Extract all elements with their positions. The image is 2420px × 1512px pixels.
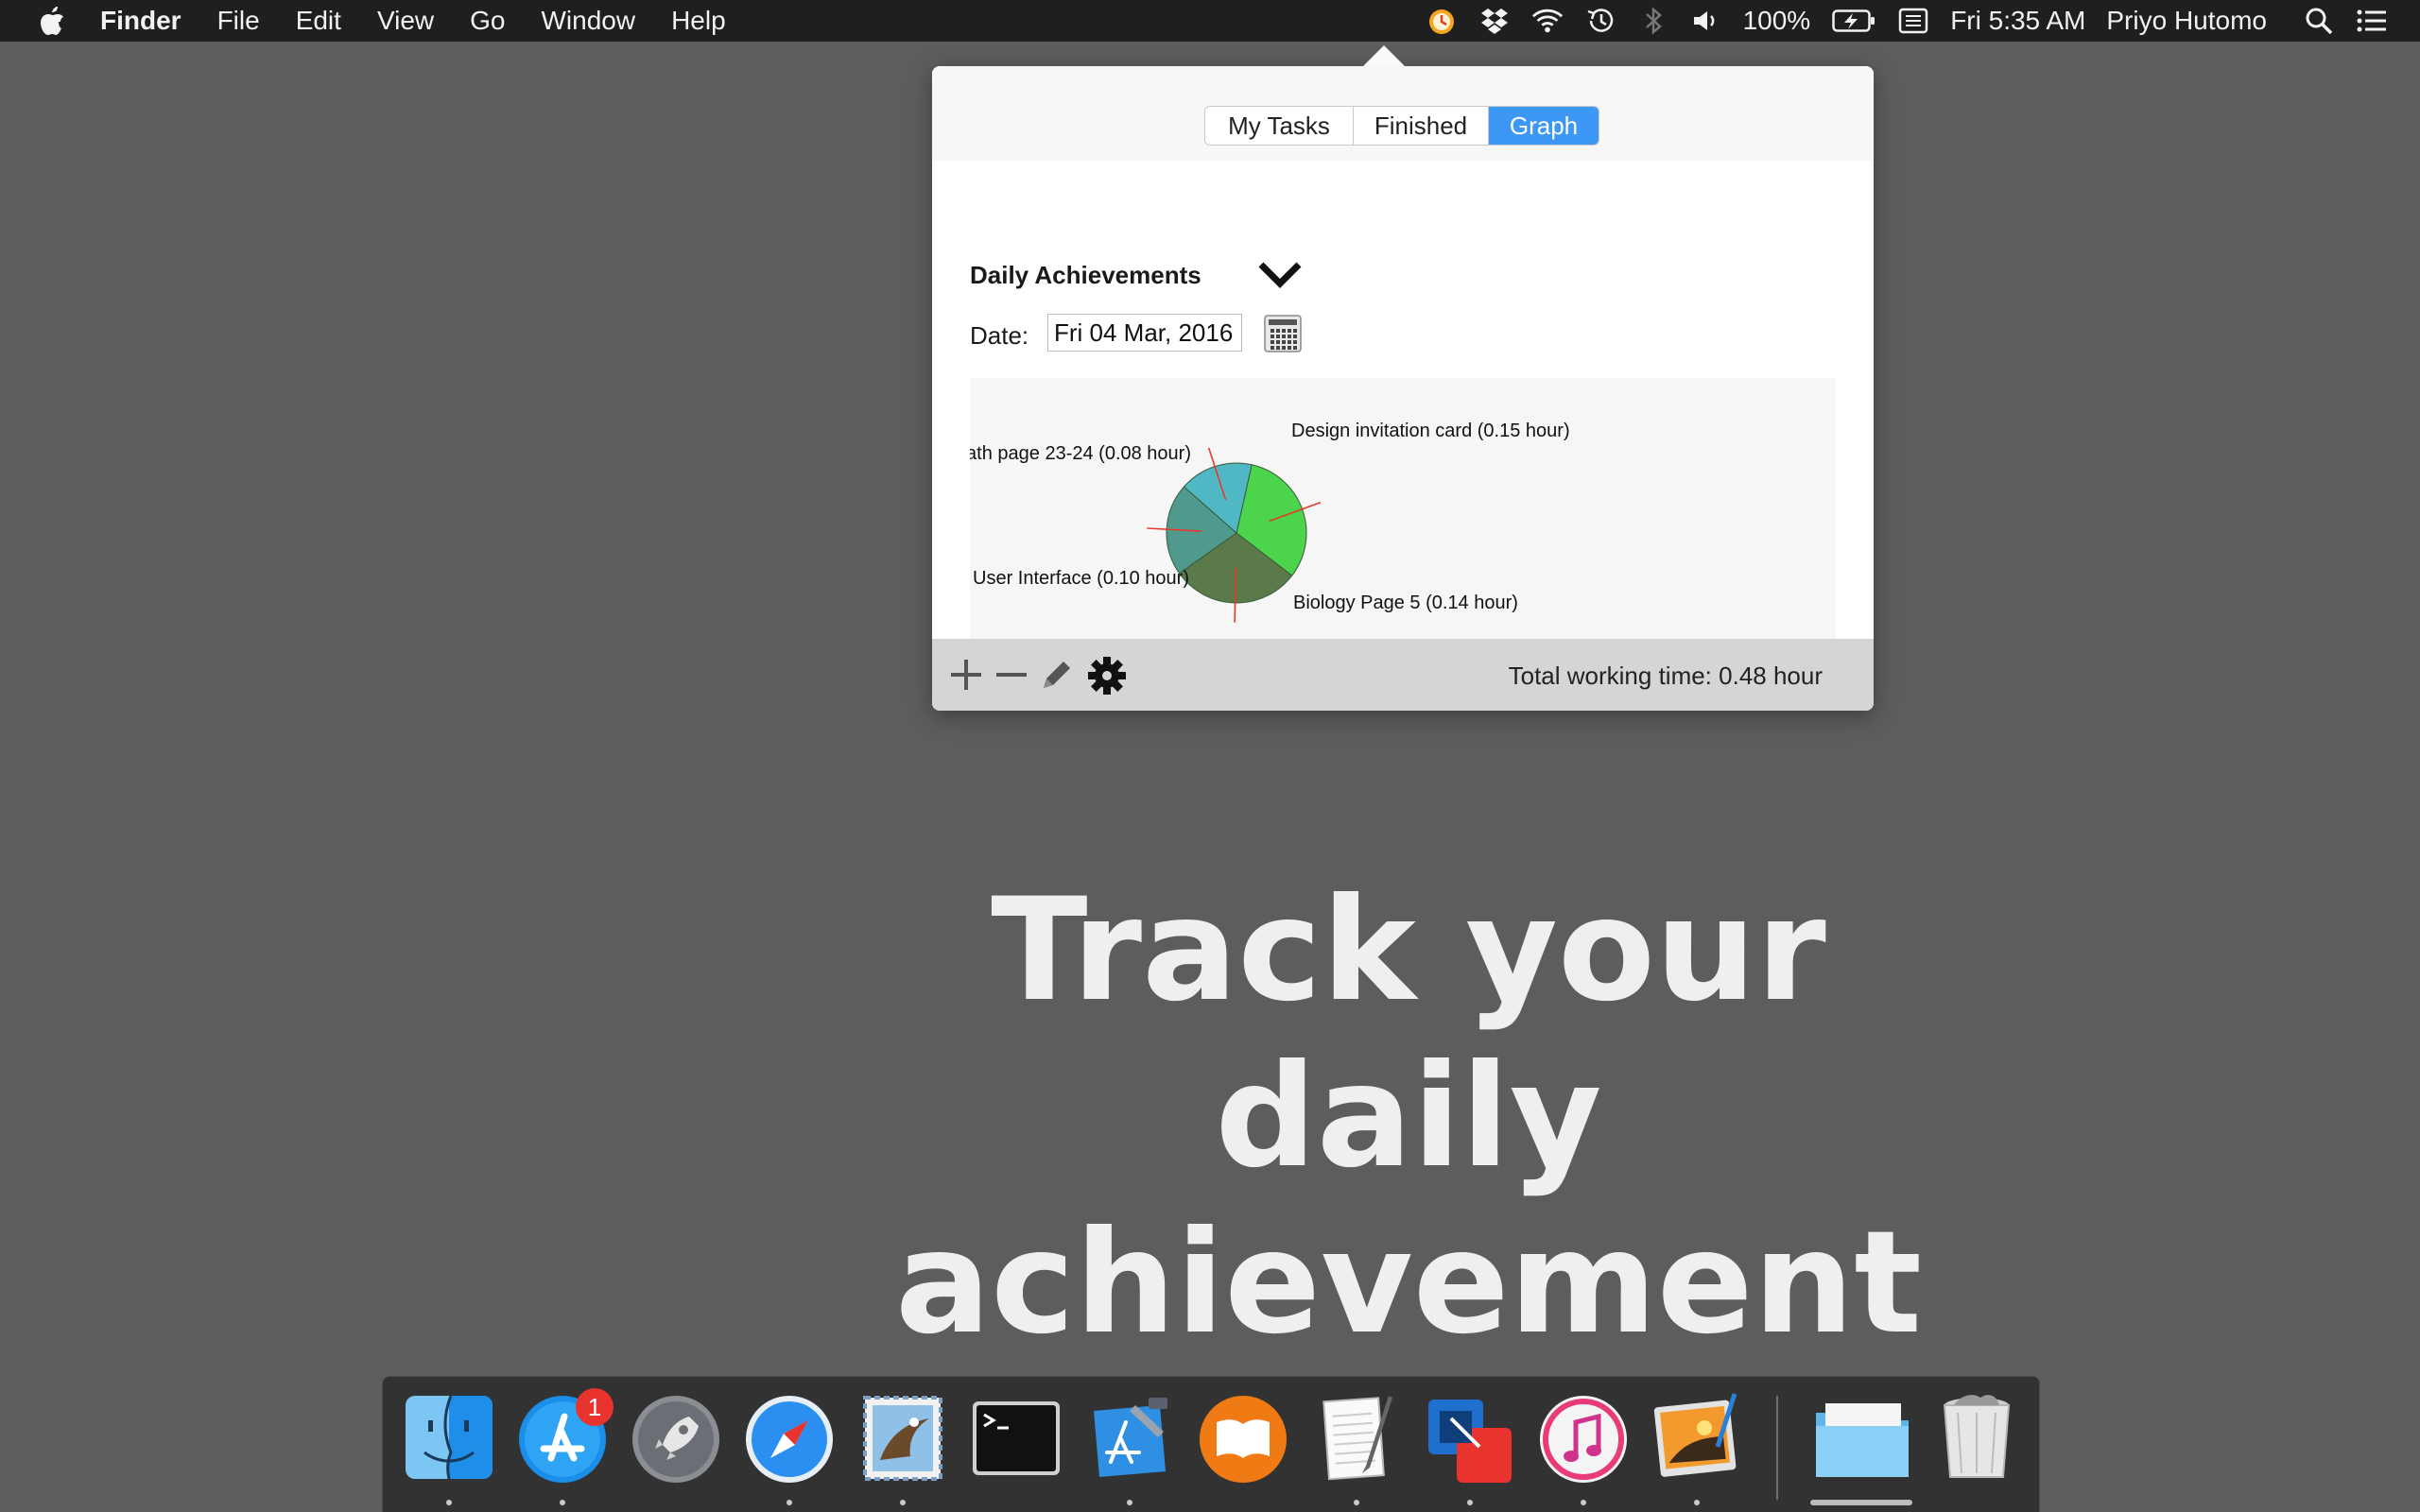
menu-bar: Finder File Edit View Go Window Help 100… (0, 0, 2420, 42)
section-title: Daily Achievements (970, 261, 1201, 289)
dock-running-indicator (900, 1500, 906, 1505)
keyboard-input-icon[interactable] (1897, 5, 1929, 37)
dock-vmware-fusion-icon[interactable] (1423, 1390, 1517, 1485)
dock-ibooks-icon[interactable] (1196, 1390, 1290, 1485)
volume-icon[interactable] (1690, 5, 1722, 37)
menu-app-name[interactable]: Finder (100, 6, 182, 36)
spotlight-search-icon[interactable] (2303, 5, 2335, 37)
pie-slice-label: Biology Page 5 (0.14 hour) (1293, 593, 1518, 613)
dock: 1 (382, 1376, 2040, 1512)
dock-terminal-icon[interactable] (969, 1390, 1063, 1485)
battery-icon[interactable] (1831, 5, 1876, 37)
apple-logo-icon[interactable] (38, 6, 66, 36)
dock-xcode-icon[interactable] (1082, 1390, 1177, 1485)
popover-arrow (1363, 45, 1405, 66)
dock-trash-icon[interactable] (1929, 1390, 2024, 1485)
dropbox-icon[interactable] (1478, 5, 1511, 37)
menu-view[interactable]: View (377, 6, 434, 36)
menu-go[interactable]: Go (470, 6, 505, 36)
dock-launchpad-icon[interactable] (629, 1390, 723, 1485)
date-label: Date: (970, 321, 1029, 350)
timer-app-icon[interactable] (1426, 5, 1458, 37)
dock-preview-icon[interactable] (1650, 1390, 1744, 1485)
pie-chart: Design invitation card (0.15 hour) Biolog… (908, 421, 1570, 623)
dock-running-indicator (1354, 1500, 1359, 1505)
popover-footer: Total working time: 0.48 hour (932, 639, 1874, 711)
total-working-time: Total working time: 0.48 hour (1508, 662, 1823, 690)
daily-achievements-popover: My Tasks Finished Graph Daily Achievemen… (908, 45, 1874, 711)
tab-finished[interactable]: Finished (1354, 107, 1489, 145)
add-task-button[interactable] (947, 656, 985, 694)
calendar-icon[interactable] (1263, 314, 1303, 353)
headline-line-2: achievement (894, 1201, 1923, 1366)
chevron-down-icon[interactable] (1255, 257, 1305, 291)
dock-running-indicator (1581, 1500, 1586, 1505)
menu-file[interactable]: File (217, 6, 260, 36)
pie-slice-label: Design User Interface (0.10 hour) (970, 568, 1189, 589)
dock-itunes-icon[interactable] (1536, 1390, 1631, 1485)
app-store-badge: 1 (576, 1388, 614, 1426)
menu-user-name[interactable]: Priyo Hutomo (2106, 6, 2267, 36)
dock-running-indicator (1467, 1500, 1473, 1505)
dock-mail-icon[interactable] (856, 1390, 950, 1485)
date-field[interactable]: Fri 04 Mar, 2016 (1047, 314, 1242, 352)
pie-leader-line (1234, 567, 1237, 623)
notification-center-icon[interactable] (2356, 5, 2388, 37)
pie-slice-label: Design invitation card (0.15 hour) (1291, 421, 1570, 441)
dock-stack-indicator (1810, 1500, 1912, 1505)
dock-separator (1776, 1396, 1778, 1500)
pie-slice-label: Math page 23-24 (0.08 hour) (970, 443, 1191, 464)
headline-line-1: Track your daily (991, 868, 1826, 1199)
menu-window[interactable]: Window (541, 6, 635, 36)
menu-help[interactable]: Help (671, 6, 726, 36)
dock-running-indicator (560, 1500, 565, 1505)
dock-textedit-icon[interactable] (1309, 1390, 1404, 1485)
tab-graph[interactable]: Graph (1489, 107, 1599, 145)
dock-safari-icon[interactable] (742, 1390, 837, 1485)
settings-gear-icon[interactable] (1087, 656, 1126, 695)
battery-percent: 100% (1742, 6, 1811, 35)
menu-edit[interactable]: Edit (296, 6, 341, 36)
dock-finder-icon[interactable] (402, 1390, 496, 1485)
wifi-icon[interactable] (1531, 5, 1564, 37)
pie-chart-area: Design invitation card (0.15 hour) Biolog… (908, 378, 1836, 666)
dock-running-indicator (1127, 1500, 1132, 1505)
bluetooth-icon[interactable] (1637, 5, 1669, 37)
tab-my-tasks[interactable]: My Tasks (1205, 107, 1354, 145)
remove-task-button[interactable] (993, 656, 1030, 694)
headline: Track your daily achievement (794, 868, 2023, 1366)
edit-pencil-icon[interactable] (1038, 656, 1076, 694)
dock-running-indicator (786, 1500, 792, 1505)
view-tabs: My Tasks Finished Graph (1204, 106, 1599, 146)
dock-documents-folder-icon[interactable] (1810, 1390, 1909, 1485)
time-machine-icon[interactable] (1584, 5, 1616, 37)
dock-running-indicator (1694, 1500, 1700, 1505)
dock-running-indicator (446, 1500, 452, 1505)
menu-clock[interactable]: Fri 5:35 AM (1950, 6, 2085, 36)
